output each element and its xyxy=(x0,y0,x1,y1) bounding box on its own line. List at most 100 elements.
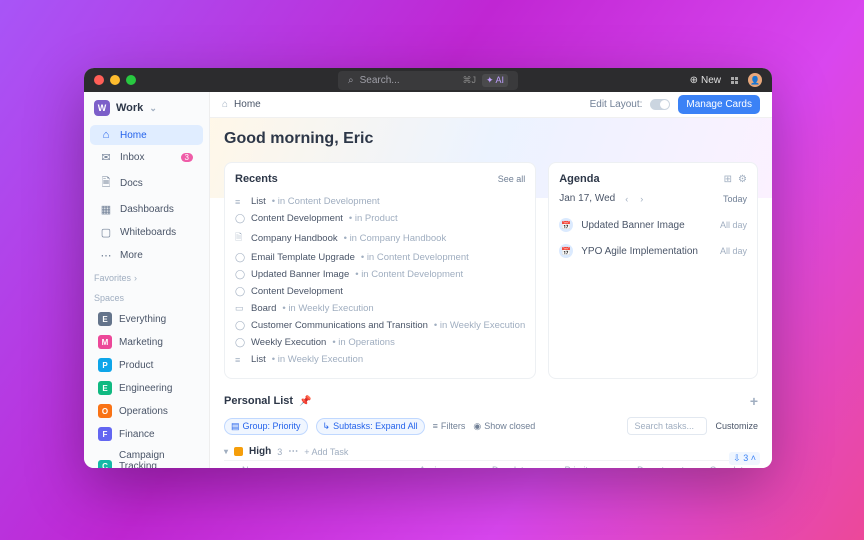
new-button[interactable]: ⊕ New xyxy=(690,75,721,86)
recent-item[interactable]: ◯Weekly Execution• in Operations xyxy=(235,334,525,351)
manage-cards-button[interactable]: Manage Cards xyxy=(678,95,760,114)
more-icon[interactable]: ⋯ xyxy=(288,446,298,457)
recent-item[interactable]: ◯Customer Communications and Transition•… xyxy=(235,317,525,334)
recent-icon: ≡ xyxy=(235,355,245,365)
recent-item[interactable]: ◯Content Development xyxy=(235,283,525,300)
spaces-section: Spaces xyxy=(84,287,209,307)
home-icon: ⌂ xyxy=(222,99,228,110)
space-badge-icon: O xyxy=(98,404,112,418)
priority-flag-icon xyxy=(234,447,243,456)
user-avatar[interactable]: 👤 xyxy=(748,73,762,87)
today-button[interactable]: Today xyxy=(723,194,747,204)
chevron-right-icon: › xyxy=(134,273,137,283)
subtasks-chip[interactable]: ↳ Subtasks: Expand All xyxy=(316,418,425,435)
ai-button[interactable]: ✦ AI xyxy=(482,74,508,87)
edit-layout-toggle[interactable] xyxy=(650,99,670,110)
recent-icon: ◯ xyxy=(235,213,245,224)
show-closed-button[interactable]: ◉ Show closed xyxy=(473,421,535,432)
add-task-button[interactable]: + Add Task xyxy=(304,447,348,457)
apps-icon[interactable] xyxy=(731,77,738,84)
personal-list-add-button[interactable]: + xyxy=(750,393,758,409)
agenda-title: Agenda xyxy=(559,173,599,185)
minimize-window-icon[interactable] xyxy=(110,75,120,85)
recent-icon: ≡ xyxy=(235,197,245,207)
workspace-selector[interactable]: W Work ⌄ xyxy=(84,92,209,124)
sidebar: W Work ⌄ ⌂ Home ✉ Inbox 3 🗎 Docs ▦ Dashb… xyxy=(84,92,210,468)
search-shortcut: ⌘J xyxy=(462,75,476,86)
recents-card: Recents See all ≡List• in Content Develo… xyxy=(224,162,536,379)
docs-icon: 🗎 xyxy=(100,174,112,193)
edit-layout-label: Edit Layout: xyxy=(590,99,643,110)
sidebar-item-more[interactable]: ⋯ More xyxy=(90,245,203,266)
chevron-down-icon: ⌄ xyxy=(149,103,157,114)
space-badge-icon: F xyxy=(98,427,112,441)
plus-icon: ⊕ xyxy=(690,75,698,86)
space-badge-icon: C xyxy=(98,460,112,469)
more-icon: ⋯ xyxy=(100,249,112,262)
inbox-icon: ✉ xyxy=(100,151,112,164)
search-placeholder: Search... xyxy=(360,75,400,86)
personal-list-title: Personal List xyxy=(224,395,293,407)
space-badge-icon: E xyxy=(98,381,112,395)
sidebar-item-home[interactable]: ⌂ Home xyxy=(90,125,203,145)
agenda-card: Agenda ⊞ ⚙ Jan 17, Wed ‹ › Today xyxy=(548,162,758,379)
recent-item[interactable]: ≡List• in Weekly Execution xyxy=(235,351,525,368)
recents-title: Recents xyxy=(235,173,278,185)
space-badge-icon: M xyxy=(98,335,112,349)
recent-icon: ▭ xyxy=(235,303,245,314)
sidebar-space-item[interactable]: PProduct xyxy=(88,354,205,376)
stack-icon: ▤ xyxy=(231,421,240,432)
agenda-date-label: Jan 17, Wed xyxy=(559,193,615,204)
group-chip[interactable]: ▤ Group: Priority xyxy=(224,418,308,435)
global-search[interactable]: ⌕ Search... ⌘J ✦ AI xyxy=(338,71,518,90)
sidebar-item-docs[interactable]: 🗎 Docs xyxy=(90,170,203,197)
topbar: ⌂ Home Edit Layout: Manage Cards xyxy=(210,92,772,118)
task-table-header: Name Assignee Due date Priority Departme… xyxy=(224,461,758,468)
gear-icon[interactable]: ⚙ xyxy=(738,174,747,185)
app-window: ⌕ Search... ⌘J ✦ AI ⊕ New 👤 W Work ⌄ ⌂ H… xyxy=(84,68,772,468)
pin-icon[interactable]: 📌 xyxy=(299,396,311,407)
subtasks-icon: ↳ xyxy=(323,421,331,432)
recent-item[interactable]: ◯Updated Banner Image• in Content Develo… xyxy=(235,266,525,283)
recent-item[interactable]: 🗎Company Handbook• in Company Handbook xyxy=(235,227,525,249)
agenda-item[interactable]: 📅YPO Agile ImplementationAll day xyxy=(559,238,747,264)
recent-item[interactable]: ◯Content Development• in Product xyxy=(235,210,525,227)
sidebar-space-item[interactable]: MMarketing xyxy=(88,331,205,353)
sidebar-space-item[interactable]: EEverything xyxy=(88,308,205,330)
sidebar-space-item[interactable]: EEngineering xyxy=(88,377,205,399)
agenda-next-icon[interactable]: › xyxy=(638,194,645,204)
workspace-badge-icon: W xyxy=(94,100,110,116)
count-badge[interactable]: ⇩ 3 ˄ xyxy=(729,452,760,465)
favorites-section[interactable]: Favorites › xyxy=(84,267,209,287)
recent-item[interactable]: ▭Board• in Weekly Execution xyxy=(235,300,525,317)
eye-icon: ◉ xyxy=(473,421,481,432)
recent-icon: 🗎 xyxy=(235,230,245,246)
agenda-prev-icon[interactable]: ‹ xyxy=(623,194,630,204)
search-icon: ⌕ xyxy=(348,75,354,86)
titlebar: ⌕ Search... ⌘J ✦ AI ⊕ New 👤 xyxy=(84,68,772,92)
sidebar-item-whiteboards[interactable]: ▢ Whiteboards xyxy=(90,222,203,243)
sidebar-item-dashboards[interactable]: ▦ Dashboards xyxy=(90,199,203,220)
breadcrumb[interactable]: Home xyxy=(234,99,261,110)
task-search-input[interactable]: Search tasks... xyxy=(627,417,707,435)
filters-button[interactable]: ≡ Filters xyxy=(433,421,466,431)
sidebar-space-item[interactable]: FFinance xyxy=(88,423,205,445)
recent-item[interactable]: ≡List• in Content Development xyxy=(235,193,525,210)
calendar-add-icon[interactable]: ⊞ xyxy=(724,174,732,185)
filter-icon: ≡ xyxy=(433,421,438,431)
customize-button[interactable]: Customize xyxy=(715,421,758,431)
home-icon: ⌂ xyxy=(100,129,112,141)
content-area: Good morning, Eric ➤ Recents See all ≡Li… xyxy=(210,118,772,468)
recents-see-all[interactable]: See all xyxy=(498,174,526,184)
sidebar-space-item[interactable]: CCampaign Tracking Template xyxy=(88,446,205,468)
close-window-icon[interactable] xyxy=(94,75,104,85)
dashboards-icon: ▦ xyxy=(100,203,112,216)
sidebar-space-item[interactable]: OOperations xyxy=(88,400,205,422)
chevron-down-icon: ▾ xyxy=(224,447,228,456)
sidebar-item-inbox[interactable]: ✉ Inbox 3 xyxy=(90,147,203,168)
agenda-item[interactable]: 📅Updated Banner ImageAll day xyxy=(559,212,747,238)
maximize-window-icon[interactable] xyxy=(126,75,136,85)
priority-group[interactable]: ▾ High 3 ⋯ + Add Task xyxy=(224,443,758,461)
recent-item[interactable]: ◯Email Template Upgrade• in Content Deve… xyxy=(235,249,525,266)
inbox-badge: 3 xyxy=(181,153,193,162)
